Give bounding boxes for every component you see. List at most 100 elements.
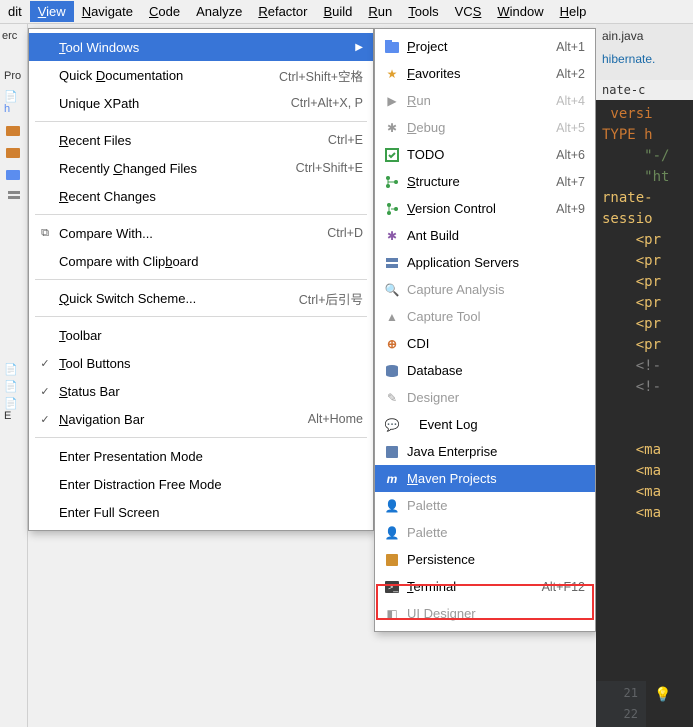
- submenu-item[interactable]: Java Enterprise: [375, 438, 595, 465]
- submenu-item-label: Structure: [407, 174, 556, 189]
- menu-item-label: Compare With...: [59, 226, 317, 241]
- submenu-item-label: Java Enterprise: [407, 444, 585, 459]
- menu-refactor[interactable]: Refactor: [250, 1, 315, 22]
- submenu-item[interactable]: ✱Ant Build: [375, 222, 595, 249]
- submenu-item[interactable]: Application Servers: [375, 249, 595, 276]
- svg-text:>_: >_: [388, 582, 399, 592]
- menu-separator: [35, 316, 367, 317]
- menu-item-label: Enter Presentation Mode: [59, 449, 363, 464]
- menu-item[interactable]: Enter Distraction Free Mode: [29, 470, 373, 498]
- submenu-item[interactable]: ⊕ CDI: [375, 330, 595, 357]
- submenu-item-label: Run: [407, 93, 556, 108]
- submenu-item-label: Persistence: [407, 552, 585, 567]
- submenu-arrow-icon: ▶: [355, 42, 363, 53]
- shortcut: Ctrl+Shift+空格: [269, 66, 363, 85]
- left-tool-strip: erc Pro 📄 h 📄 📄 📄 E: [0, 24, 28, 727]
- submenu-item[interactable]: >_TerminalAlt+F12: [375, 573, 595, 600]
- menu-dit[interactable]: dit: [0, 1, 30, 22]
- tool-windows-submenu: ProjectAlt+1★FavoritesAlt+2 ▶ RunAlt+4 ✱Deb…: [374, 28, 596, 632]
- menu-window[interactable]: Window: [489, 1, 551, 22]
- palette-icon: 👤: [383, 525, 401, 541]
- terminal-icon: >_: [383, 579, 401, 595]
- editor-tabs[interactable]: ain.java hibernate.: [596, 24, 693, 80]
- menu-item[interactable]: Recently Changed FilesCtrl+Shift+E: [29, 154, 373, 182]
- submenu-item: ▶ RunAlt+4: [375, 87, 595, 114]
- submenu-item[interactable]: Persistence: [375, 546, 595, 573]
- menu-item-label: Status Bar: [59, 384, 363, 399]
- submenu-item-label: Palette: [407, 498, 585, 513]
- menu-separator: [35, 279, 367, 280]
- menu-build[interactable]: Build: [315, 1, 360, 22]
- check-icon: ✓: [37, 411, 53, 427]
- submenu-item[interactable]: TODOAlt+6: [375, 141, 595, 168]
- submenu-item[interactable]: 💬Event Log: [375, 411, 595, 438]
- menu-item[interactable]: ⧉Compare With...Ctrl+D: [29, 219, 373, 247]
- shortcut: Alt+5: [556, 121, 585, 135]
- file-icon: 📄 h: [0, 88, 27, 117]
- submenu-item[interactable]: ★FavoritesAlt+2: [375, 60, 595, 87]
- submenu-item[interactable]: ProjectAlt+1: [375, 33, 595, 60]
- submenu-item-label: Maven Projects: [407, 471, 585, 486]
- menu-item[interactable]: ✓ Tool Buttons: [29, 349, 373, 377]
- folder-icon: [6, 123, 22, 139]
- submenu-item: ✎Designer: [375, 384, 595, 411]
- bug-icon: ✱: [383, 120, 401, 136]
- menu-item-label: Toolbar: [59, 328, 363, 343]
- tab[interactable]: hibernate.: [602, 51, 687, 68]
- menu-item[interactable]: Tool Windows▶: [29, 33, 373, 61]
- project-icon: [383, 39, 401, 55]
- menu-item[interactable]: Enter Full Screen: [29, 498, 373, 526]
- submenu-item-label: CDI: [407, 336, 585, 351]
- code-content[interactable]: versiTYPE h "-/ "htrnate-sessio <pr <pr …: [596, 100, 693, 528]
- menu-item-label: Recent Files: [59, 133, 318, 148]
- submenu-item[interactable]: Database: [375, 357, 595, 384]
- submenu-item-label: Database: [407, 363, 585, 378]
- cdi-icon: ⊕: [383, 336, 401, 352]
- star-icon: ★: [383, 66, 401, 82]
- shortcut: Ctrl+Shift+E: [286, 161, 363, 175]
- menu-item[interactable]: Quick Switch Scheme...Ctrl+后引号: [29, 284, 373, 312]
- structure-icon: [383, 174, 401, 190]
- submenu-item: 👤Palette: [375, 519, 595, 546]
- menu-svc[interactable]: VCS: [447, 1, 490, 22]
- menu-help[interactable]: Help: [552, 1, 595, 22]
- menu-item[interactable]: ✓Status Bar: [29, 377, 373, 405]
- shortcut: Alt+4: [556, 94, 585, 108]
- menu-item[interactable]: Recent Changes: [29, 182, 373, 210]
- submenu-item-label: Capture Tool: [407, 309, 585, 324]
- shortcut: Alt+2: [556, 67, 585, 81]
- menu-run[interactable]: Run: [360, 1, 400, 22]
- submenu-item[interactable]: m Maven Projects: [375, 465, 595, 492]
- submenu-item[interactable]: Version ControlAlt+9: [375, 195, 595, 222]
- submenu-item: ◧UI Designer: [375, 600, 595, 627]
- vcs-icon: [383, 201, 401, 217]
- check-icon: ✓: [37, 355, 53, 371]
- maven-icon: m: [383, 471, 401, 487]
- folder-icon: [6, 145, 22, 161]
- collapse-icon[interactable]: [6, 189, 22, 205]
- menu-item[interactable]: Unique XPathCtrl+Alt+X, P: [29, 89, 373, 117]
- menu-tools[interactable]: Tools: [400, 1, 446, 22]
- shortcut: Alt+9: [556, 202, 585, 216]
- submenu-item[interactable]: StructureAlt+7: [375, 168, 595, 195]
- run-icon: ▶: [383, 93, 401, 109]
- jee-icon: [383, 444, 401, 460]
- menu-item[interactable]: Enter Presentation Mode: [29, 442, 373, 470]
- menu-item[interactable]: ✓Navigation BarAlt+Home: [29, 405, 373, 433]
- menu-item[interactable]: Compare with Clipboard: [29, 247, 373, 275]
- menu-item-label: Recently Changed Files: [59, 161, 286, 176]
- editor-area: ain.java hibernate. nate-c versiTYPE h "…: [596, 24, 693, 727]
- menu-analyze[interactable]: Analyze: [188, 1, 250, 22]
- breadcrumb[interactable]: nate-c: [596, 80, 693, 100]
- menu-item-label: Tool Buttons: [59, 356, 363, 371]
- menu-navigate[interactable]: Navigate: [74, 1, 141, 22]
- menu-item[interactable]: Quick DocumentationCtrl+Shift+空格: [29, 61, 373, 89]
- tab[interactable]: ain.java: [602, 28, 687, 45]
- menu-item[interactable]: Toolbar: [29, 321, 373, 349]
- search-icon: 🔍: [383, 282, 401, 298]
- menu-item[interactable]: Recent FilesCtrl+E: [29, 126, 373, 154]
- submenu-item: ✱DebugAlt+5: [375, 114, 595, 141]
- menu-view[interactable]: View: [30, 1, 74, 22]
- menu-code[interactable]: Code: [141, 1, 188, 22]
- intention-bulb-icon[interactable]: 💡: [654, 687, 671, 703]
